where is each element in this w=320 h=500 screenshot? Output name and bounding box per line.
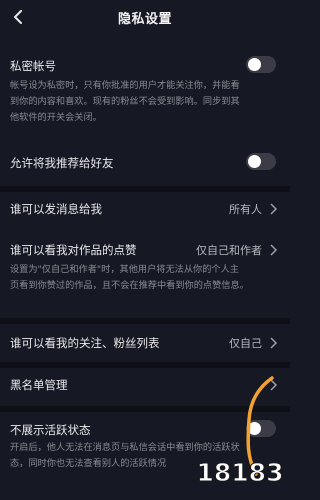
- follow-list-visibility-value: 仅自己: [229, 337, 262, 350]
- likes-visibility-label: 谁可以看我对作品的点赞: [10, 243, 137, 257]
- likes-visibility-row[interactable]: 谁可以看我对作品的点赞 仅自己和作者 设置为"仅自己和作者"时，其他用户将无法从…: [0, 238, 290, 310]
- recommend-to-friends-label: 允许将我推荐给好友: [10, 156, 114, 170]
- watermark-logo: 18183: [196, 458, 284, 488]
- message-permission-value: 所有人: [229, 203, 262, 216]
- section-divider: [0, 186, 290, 192]
- recommend-to-friends-toggle[interactable]: [246, 153, 276, 170]
- likes-visibility-value: 仅自己和作者: [196, 244, 262, 257]
- chevron-right-icon: [270, 203, 278, 215]
- chevron-left-icon: [14, 10, 22, 24]
- nav-header: 隐私设置: [0, 0, 290, 34]
- follow-list-visibility-label: 谁可以看我的关注、粉丝列表: [10, 336, 160, 350]
- hide-activity-label: 不展示活跃状态: [10, 423, 91, 437]
- chevron-right-icon: [270, 244, 278, 256]
- private-account-toggle[interactable]: [246, 56, 276, 73]
- message-permission-row[interactable]: 谁可以发消息给我 所有人: [0, 196, 290, 222]
- private-account-label: 私密帐号: [10, 59, 56, 73]
- page-title: 隐私设置: [117, 11, 172, 27]
- section-divider: [0, 318, 290, 324]
- likes-visibility-description: 设置为"仅自己和作者"时，其他用户将无法从你的个人主 页看到你赞过的作品，且不会…: [10, 264, 249, 291]
- back-button[interactable]: [6, 5, 30, 29]
- message-permission-label: 谁可以发消息给我: [10, 202, 102, 216]
- private-account-row: 私密帐号 帐号设为私密时，只有你批准的用户才能关注你，并能看 到你的内容和喜欢。…: [0, 54, 290, 128]
- section-divider: [0, 362, 290, 368]
- private-account-description: 帐号设为私密时，只有你批准的用户才能关注你，并能看 到你的内容和喜欢。现有的粉丝…: [10, 80, 240, 123]
- follow-list-visibility-row[interactable]: 谁可以看我的关注、粉丝列表 仅自己: [0, 330, 290, 356]
- recommend-to-friends-row: 允许将我推荐给好友: [0, 150, 290, 176]
- svg-text:18183: 18183: [197, 458, 284, 487]
- chevron-right-icon: [270, 337, 278, 349]
- blacklist-label: 黑名单管理: [10, 378, 68, 392]
